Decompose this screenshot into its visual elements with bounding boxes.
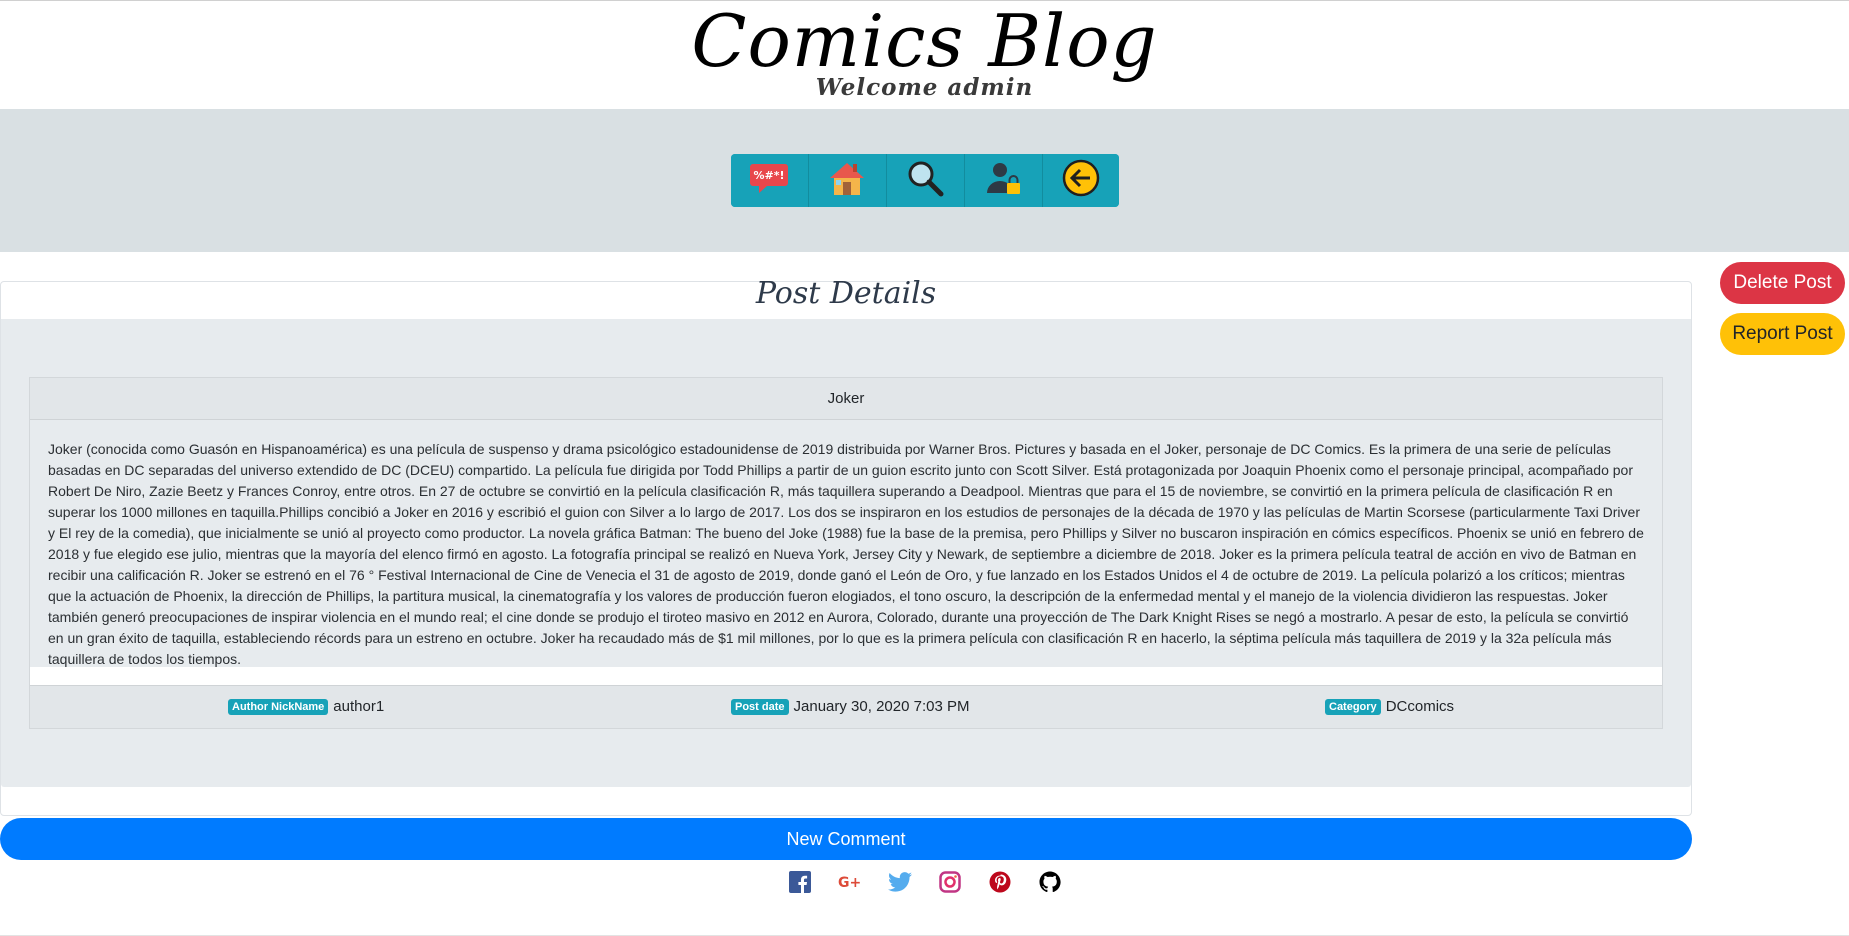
post-meta-footer: Author NickName author1 Post date Januar… bbox=[30, 685, 1662, 728]
nav-button-comments[interactable]: %#*! bbox=[731, 154, 807, 207]
category-value: DCcomics bbox=[1385, 698, 1455, 715]
nav-button-account[interactable] bbox=[964, 154, 1041, 207]
nav-button-home[interactable] bbox=[808, 154, 885, 207]
svg-text:%#*!: %#*! bbox=[753, 169, 784, 182]
post-category: Category DCcomics bbox=[1325, 698, 1454, 715]
logout-arrow-icon bbox=[1061, 158, 1101, 203]
twitter-icon[interactable] bbox=[888, 870, 912, 894]
svg-text:G+: G+ bbox=[838, 875, 861, 890]
post-card: Joker Joker (conocida como Guasón en His… bbox=[29, 377, 1663, 729]
welcome-text: Welcome admin bbox=[815, 74, 1034, 101]
pinterest-icon[interactable] bbox=[988, 870, 1012, 894]
post-body: Joker (conocida como Guasón en Hispanoam… bbox=[30, 420, 1662, 667]
date-badge: Post date bbox=[731, 698, 789, 715]
google-plus-icon[interactable]: G+ bbox=[838, 870, 862, 894]
user-lock-icon bbox=[983, 158, 1023, 203]
new-comment-button[interactable]: New Comment bbox=[0, 818, 1692, 860]
github-icon[interactable] bbox=[1038, 870, 1062, 894]
magnifier-icon bbox=[905, 158, 945, 203]
post-author: Author NickName author1 bbox=[228, 698, 384, 715]
facebook-icon[interactable] bbox=[788, 870, 812, 894]
post-date: Post date January 30, 2020 7:03 PM bbox=[731, 698, 969, 715]
author-badge: Author NickName bbox=[228, 698, 329, 715]
delete-post-button[interactable]: Delete Post bbox=[1720, 262, 1845, 304]
swearing-speech-bubble-icon: %#*! bbox=[749, 161, 789, 200]
nav-button-search[interactable] bbox=[886, 154, 963, 207]
social-links: G+ bbox=[788, 870, 1062, 894]
nav-button-group: %#*! bbox=[731, 154, 1119, 207]
site-title: Comics Blog bbox=[691, 0, 1158, 83]
post-title: Joker bbox=[30, 378, 1662, 420]
category-badge: Category bbox=[1325, 698, 1381, 715]
nav-button-logout[interactable] bbox=[1042, 154, 1119, 207]
report-post-button[interactable]: Report Post bbox=[1720, 313, 1845, 355]
date-value: January 30, 2020 7:03 PM bbox=[793, 698, 970, 715]
house-icon bbox=[827, 158, 867, 203]
author-name: author1 bbox=[333, 698, 385, 715]
card-title: Post Details bbox=[755, 276, 937, 311]
instagram-icon[interactable] bbox=[938, 870, 962, 894]
